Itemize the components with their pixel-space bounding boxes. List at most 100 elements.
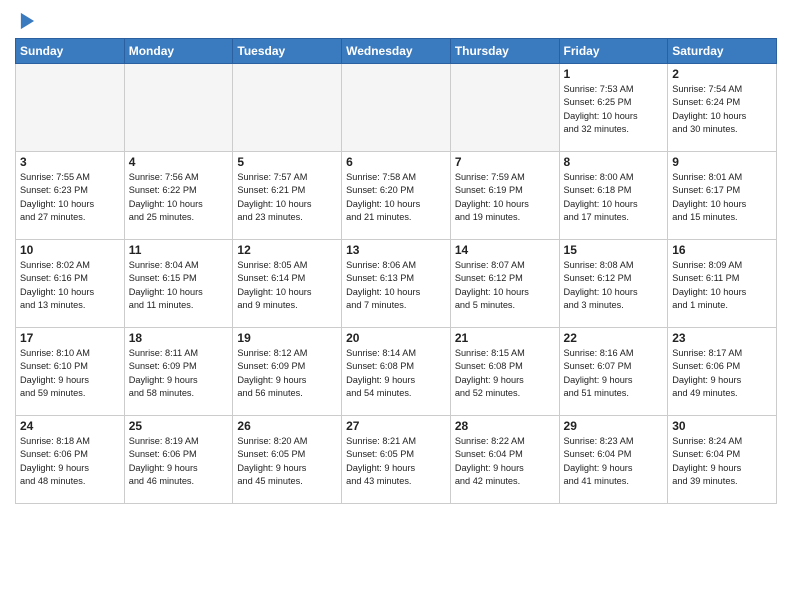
day-number: 16: [672, 243, 772, 257]
calendar-day: 17 Sunrise: 8:10 AMSunset: 6:10 PMDayligh…: [16, 328, 125, 416]
calendar-day: 24 Sunrise: 8:18 AMSunset: 6:06 PMDayligh…: [16, 416, 125, 504]
header: [15, 10, 777, 32]
day-number: 15: [564, 243, 664, 257]
calendar-day: 14Sunrise: 8:07 AMSunset: 6:12 PMDayligh…: [450, 240, 559, 328]
day-number: 18: [129, 331, 229, 345]
weekday-header: Monday: [124, 39, 233, 64]
day-info: Sunrise: 8:11 AMSunset: 6:09 PMDaylight:…: [129, 347, 229, 400]
day-info: Sunrise: 8:22 AMSunset: 6:04 PMDaylight:…: [455, 435, 555, 488]
calendar-day: 2 Sunrise: 7:54 AMSunset: 6:24 PMDaylight…: [668, 64, 777, 152]
day-info: Sunrise: 8:12 AMSunset: 6:09 PMDaylight:…: [237, 347, 337, 400]
day-number: 11: [129, 243, 229, 257]
day-number: 24: [20, 419, 120, 433]
day-number: 9: [672, 155, 772, 169]
day-info: Sunrise: 8:02 AMSunset: 6:16 PMDaylight:…: [20, 259, 120, 312]
day-info: Sunrise: 8:04 AMSunset: 6:15 PMDaylight:…: [129, 259, 229, 312]
calendar-week-row: 24 Sunrise: 8:18 AMSunset: 6:06 PMDayligh…: [16, 416, 777, 504]
calendar-day: 30 Sunrise: 8:24 AMSunset: 6:04 PMDayligh…: [668, 416, 777, 504]
day-info: Sunrise: 8:09 AMSunset: 6:11 PMDaylight:…: [672, 259, 772, 312]
calendar-day: 7 Sunrise: 7:59 AMSunset: 6:19 PMDaylight…: [450, 152, 559, 240]
day-number: 19: [237, 331, 337, 345]
calendar-day: [233, 64, 342, 152]
calendar-day: 1Sunrise: 7:53 AMSunset: 6:25 PMDaylight…: [559, 64, 668, 152]
calendar-week-row: 10 Sunrise: 8:02 AMSunset: 6:16 PMDayligh…: [16, 240, 777, 328]
calendar-day: 5 Sunrise: 7:57 AMSunset: 6:21 PMDaylight…: [233, 152, 342, 240]
day-info: Sunrise: 8:06 AMSunset: 6:13 PMDaylight:…: [346, 259, 446, 312]
calendar-day: [124, 64, 233, 152]
calendar-day: 4Sunrise: 7:56 AMSunset: 6:22 PMDaylight…: [124, 152, 233, 240]
calendar-day: 29 Sunrise: 8:23 AMSunset: 6:04 PMDayligh…: [559, 416, 668, 504]
calendar-day: 25 Sunrise: 8:19 AMSunset: 6:06 PMDayligh…: [124, 416, 233, 504]
calendar-day: 10 Sunrise: 8:02 AMSunset: 6:16 PMDayligh…: [16, 240, 125, 328]
logo: [15, 10, 41, 32]
calendar-day: 19 Sunrise: 8:12 AMSunset: 6:09 PMDayligh…: [233, 328, 342, 416]
page: SundayMondayTuesdayWednesdayThursdayFrid…: [0, 0, 792, 514]
day-info: Sunrise: 8:17 AMSunset: 6:06 PMDaylight:…: [672, 347, 772, 400]
calendar-day: 13 Sunrise: 8:06 AMSunset: 6:13 PMDayligh…: [342, 240, 451, 328]
day-number: 3: [20, 155, 120, 169]
day-number: 14: [455, 243, 555, 257]
day-number: 17: [20, 331, 120, 345]
day-info: Sunrise: 7:56 AMSunset: 6:22 PMDaylight:…: [129, 171, 229, 224]
weekday-header: Saturday: [668, 39, 777, 64]
day-info: Sunrise: 8:24 AMSunset: 6:04 PMDaylight:…: [672, 435, 772, 488]
day-info: Sunrise: 8:23 AMSunset: 6:04 PMDaylight:…: [564, 435, 664, 488]
calendar-body: 1Sunrise: 7:53 AMSunset: 6:25 PMDaylight…: [16, 64, 777, 504]
day-info: Sunrise: 8:16 AMSunset: 6:07 PMDaylight:…: [564, 347, 664, 400]
day-number: 23: [672, 331, 772, 345]
day-number: 28: [455, 419, 555, 433]
day-number: 21: [455, 331, 555, 345]
day-info: Sunrise: 8:01 AMSunset: 6:17 PMDaylight:…: [672, 171, 772, 224]
day-number: 12: [237, 243, 337, 257]
day-info: Sunrise: 8:19 AMSunset: 6:06 PMDaylight:…: [129, 435, 229, 488]
calendar-day: 28 Sunrise: 8:22 AMSunset: 6:04 PMDayligh…: [450, 416, 559, 504]
day-info: Sunrise: 8:10 AMSunset: 6:10 PMDaylight:…: [20, 347, 120, 400]
day-number: 2: [672, 67, 772, 81]
day-number: 25: [129, 419, 229, 433]
calendar-day: [450, 64, 559, 152]
day-number: 13: [346, 243, 446, 257]
day-number: 30: [672, 419, 772, 433]
calendar-header-row: SundayMondayTuesdayWednesdayThursdayFrid…: [16, 39, 777, 64]
day-number: 26: [237, 419, 337, 433]
day-info: Sunrise: 8:21 AMSunset: 6:05 PMDaylight:…: [346, 435, 446, 488]
calendar-day: 15Sunrise: 8:08 AMSunset: 6:12 PMDayligh…: [559, 240, 668, 328]
calendar-day: 3 Sunrise: 7:55 AMSunset: 6:23 PMDaylight…: [16, 152, 125, 240]
day-number: 20: [346, 331, 446, 345]
calendar-day: 20 Sunrise: 8:14 AMSunset: 6:08 PMDayligh…: [342, 328, 451, 416]
day-number: 10: [20, 243, 120, 257]
calendar-week-row: 3 Sunrise: 7:55 AMSunset: 6:23 PMDaylight…: [16, 152, 777, 240]
day-info: Sunrise: 8:05 AMSunset: 6:14 PMDaylight:…: [237, 259, 337, 312]
day-info: Sunrise: 8:15 AMSunset: 6:08 PMDaylight:…: [455, 347, 555, 400]
calendar-day: 21 Sunrise: 8:15 AMSunset: 6:08 PMDayligh…: [450, 328, 559, 416]
day-number: 5: [237, 155, 337, 169]
calendar-week-row: 17 Sunrise: 8:10 AMSunset: 6:10 PMDayligh…: [16, 328, 777, 416]
calendar-day: 6 Sunrise: 7:58 AMSunset: 6:20 PMDaylight…: [342, 152, 451, 240]
calendar-day: 26Sunrise: 8:20 AMSunset: 6:05 PMDayligh…: [233, 416, 342, 504]
logo-icon: [15, 10, 37, 32]
calendar-day: 27 Sunrise: 8:21 AMSunset: 6:05 PMDayligh…: [342, 416, 451, 504]
day-info: Sunrise: 7:54 AMSunset: 6:24 PMDaylight:…: [672, 83, 772, 136]
calendar-day: 9 Sunrise: 8:01 AMSunset: 6:17 PMDaylight…: [668, 152, 777, 240]
weekday-header: Wednesday: [342, 39, 451, 64]
day-info: Sunrise: 7:53 AMSunset: 6:25 PMDaylight:…: [564, 83, 664, 136]
calendar-day: 12 Sunrise: 8:05 AMSunset: 6:14 PMDayligh…: [233, 240, 342, 328]
calendar-day: [342, 64, 451, 152]
day-info: Sunrise: 8:14 AMSunset: 6:08 PMDaylight:…: [346, 347, 446, 400]
day-number: 27: [346, 419, 446, 433]
calendar-day: 8Sunrise: 8:00 AMSunset: 6:18 PMDaylight…: [559, 152, 668, 240]
day-info: Sunrise: 7:55 AMSunset: 6:23 PMDaylight:…: [20, 171, 120, 224]
weekday-header: Thursday: [450, 39, 559, 64]
day-info: Sunrise: 7:57 AMSunset: 6:21 PMDaylight:…: [237, 171, 337, 224]
day-info: Sunrise: 7:58 AMSunset: 6:20 PMDaylight:…: [346, 171, 446, 224]
day-number: 7: [455, 155, 555, 169]
day-number: 29: [564, 419, 664, 433]
day-number: 6: [346, 155, 446, 169]
day-info: Sunrise: 8:18 AMSunset: 6:06 PMDaylight:…: [20, 435, 120, 488]
day-info: Sunrise: 7:59 AMSunset: 6:19 PMDaylight:…: [455, 171, 555, 224]
day-number: 22: [564, 331, 664, 345]
calendar-day: 22 Sunrise: 8:16 AMSunset: 6:07 PMDayligh…: [559, 328, 668, 416]
calendar: SundayMondayTuesdayWednesdayThursdayFrid…: [15, 38, 777, 504]
calendar-day: [16, 64, 125, 152]
weekday-header: Tuesday: [233, 39, 342, 64]
